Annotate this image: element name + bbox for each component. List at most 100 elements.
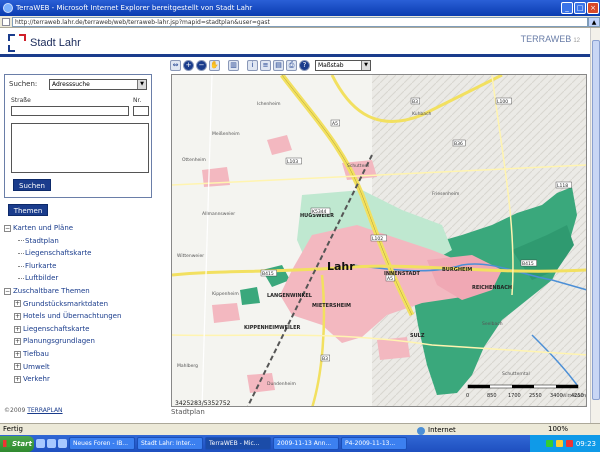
place-label: Seelbach [482,321,503,327]
start-button[interactable]: Start [0,435,34,452]
road-shield-label: B36 [454,141,463,147]
tree-item[interactable]: − Zuschaltbare Themen [4,285,164,298]
expand-icon[interactable]: + [14,312,21,320]
tree-item-label: Tiefbau [23,349,49,358]
quicklaunch-mail-icon[interactable] [58,439,67,448]
taskbar-task[interactable]: 2009-11-13 Ann... [273,437,339,450]
road-shield-label: B3 [322,356,328,362]
road-shield-label: L102 [372,236,383,242]
hand-pan-icon[interactable]: ✋ [209,59,220,71]
map-toolbar: ⇔ + − ✋ ▥ i ≡ ▤ ⎙ ? Maßstab ▼ [170,58,371,72]
place-label: Allmannsweier [202,211,235,217]
expand-icon[interactable]: + [14,300,21,308]
scale-label: 3400 [550,393,563,399]
close-button[interactable]: × [587,2,599,14]
map-caption: Stadtplan [171,408,205,416]
map-canvas[interactable]: HUGSWEIERINNENSTADTBURGHEIMLANGENWINKELM… [172,75,587,407]
road-shield-label: L103 [287,159,298,165]
search-button[interactable]: Suchen [13,179,51,191]
tree-item[interactable]: + Verkehr [4,373,164,386]
expand-icon[interactable]: + [14,325,21,333]
road-shield: A5 [330,119,341,127]
tree-item-label: Zuschaltbare Themen [13,286,90,295]
taskbar-task[interactable]: Stadt Lahr: Inter... [137,437,203,450]
collapse-icon[interactable]: − [4,224,11,232]
layers-icon[interactable]: ≡ [260,59,271,71]
tree-item[interactable]: Luftbilder [4,272,164,285]
search-results-list[interactable] [11,123,149,173]
place-label: Ottenheim [182,157,206,163]
city-label: Lahr [327,260,355,273]
place-label: Friesenheim [432,191,459,197]
map-view[interactable]: HUGSWEIER INNENSTADT BURGHEIM LANGENWINKEL M… [171,74,587,407]
search-mode-select[interactable]: Adresssuche ▼ [49,79,147,90]
expand-icon[interactable]: + [14,350,21,358]
start-label: Start [12,439,32,448]
taskbar-task[interactable]: TerraWEB - Mic... [205,437,271,450]
tree-item-label: Umwelt [23,362,50,371]
scrollbar-thumb[interactable] [592,40,600,400]
expand-icon[interactable]: + [14,363,21,371]
place-label: Dundenheim [267,381,296,387]
tree-item[interactable]: Liegenschaftskarte [4,247,164,260]
road-shield-label: B3 [412,99,418,105]
system-tray: 09:23 [530,435,600,452]
taskbar-task[interactable]: P4-2009-11-13... [341,437,407,450]
street-input[interactable] [11,106,129,116]
expand-icon[interactable]: + [14,338,21,346]
road [201,75,213,406]
address-go-icon[interactable]: ▲ [588,16,600,27]
legend-icon[interactable]: ▤ [273,59,284,71]
scale-label: 1700 [508,393,521,399]
road-shield: L102 [370,234,387,242]
tree-item[interactable]: + Grundstücksmarktdaten [4,298,164,311]
road-shield: L118 [555,181,572,189]
place-label: REICHENBACH [472,285,512,291]
tree-item-label: Liegenschaftskarte [23,324,90,333]
pan-extent-icon[interactable]: ⇔ [170,59,181,71]
page-content: Stadt Lahr TERRAWEB 12 ⇔ + − ✋ ▥ i ≡ ▤ ⎙ … [0,28,590,423]
tray-network-icon[interactable] [545,440,553,447]
tree-item[interactable]: − Karten und Pläne [4,222,164,235]
url-field[interactable]: http://terraweb.lahr.de/terraweb/web/ter… [12,16,588,27]
zoom-in-icon[interactable]: + [183,59,194,71]
zoom-out-icon[interactable]: − [196,59,207,71]
tray-volume-icon[interactable] [555,440,563,447]
city-logo-icon [8,34,26,52]
quicklaunch-ie-icon[interactable] [36,439,45,448]
city-logo[interactable]: Stadt Lahr [8,32,81,54]
copyright: ©2009 TERRAPLAN [4,407,63,414]
urban-area [212,303,240,323]
tree-item[interactable]: + Liegenschaftskarte [4,323,164,336]
scale-select[interactable]: Maßstab ▼ [315,59,371,71]
globe-icon [417,426,425,435]
tree-item[interactable]: Flurkarte [4,260,164,273]
expand-icon[interactable]: + [14,375,21,383]
tree-item[interactable]: + Planungsgrundlagen [4,335,164,348]
place-label: Schuttern [347,163,369,169]
tree-item[interactable]: + Tiefbau [4,348,164,361]
minimize-button[interactable]: _ [561,2,573,14]
tree-item[interactable]: Stadtplan [4,235,164,248]
themes-toggle-button[interactable]: Themen aus [8,204,48,227]
tree-item[interactable]: + Umwelt [4,361,164,374]
taskbar-task[interactable]: Neues Foren - IB... [69,437,135,450]
place-label: LANGENWINKEL [267,293,313,299]
company-link[interactable]: TERRAPLAN [27,407,62,414]
info-icon[interactable]: i [247,59,258,71]
road-shield: K5344 [310,207,331,215]
scale-label: 2550 [529,393,542,399]
help-icon[interactable]: ? [299,59,310,71]
collapse-icon[interactable]: − [4,287,11,295]
tray-security-icon[interactable] [565,440,573,447]
zoom-level[interactable]: 100% [548,424,568,435]
house-number-input[interactable] [133,106,149,116]
quicklaunch-desktop-icon[interactable] [47,439,56,448]
tree-item[interactable]: + Hotels und Übernachtungen [4,310,164,323]
measure-icon[interactable]: ▥ [228,59,239,71]
maximize-button[interactable]: □ [574,2,586,14]
tree-item-label: Karten und Pläne [13,224,74,232]
vertical-scrollbar[interactable] [590,28,600,423]
print-icon[interactable]: ⎙ [286,59,297,71]
road-shield: B36 [452,139,466,147]
